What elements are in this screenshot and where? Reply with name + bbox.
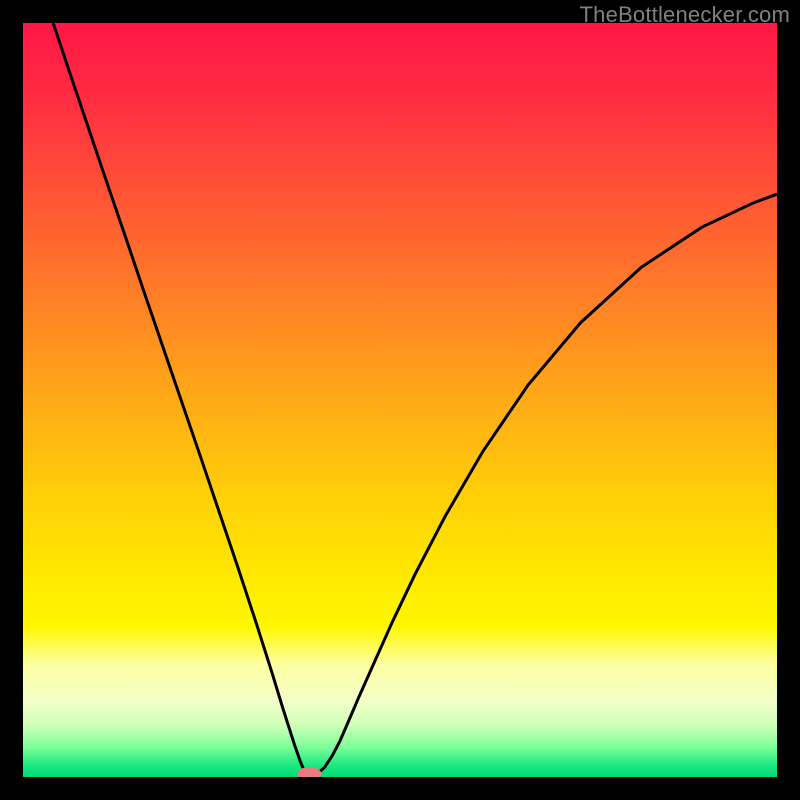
watermark-text: TheBottlenecker.com xyxy=(580,2,790,28)
chart-frame: TheBottlenecker.com xyxy=(0,0,800,800)
plot-area xyxy=(23,23,777,777)
chart-canvas xyxy=(23,23,777,777)
gradient-background xyxy=(23,23,777,777)
